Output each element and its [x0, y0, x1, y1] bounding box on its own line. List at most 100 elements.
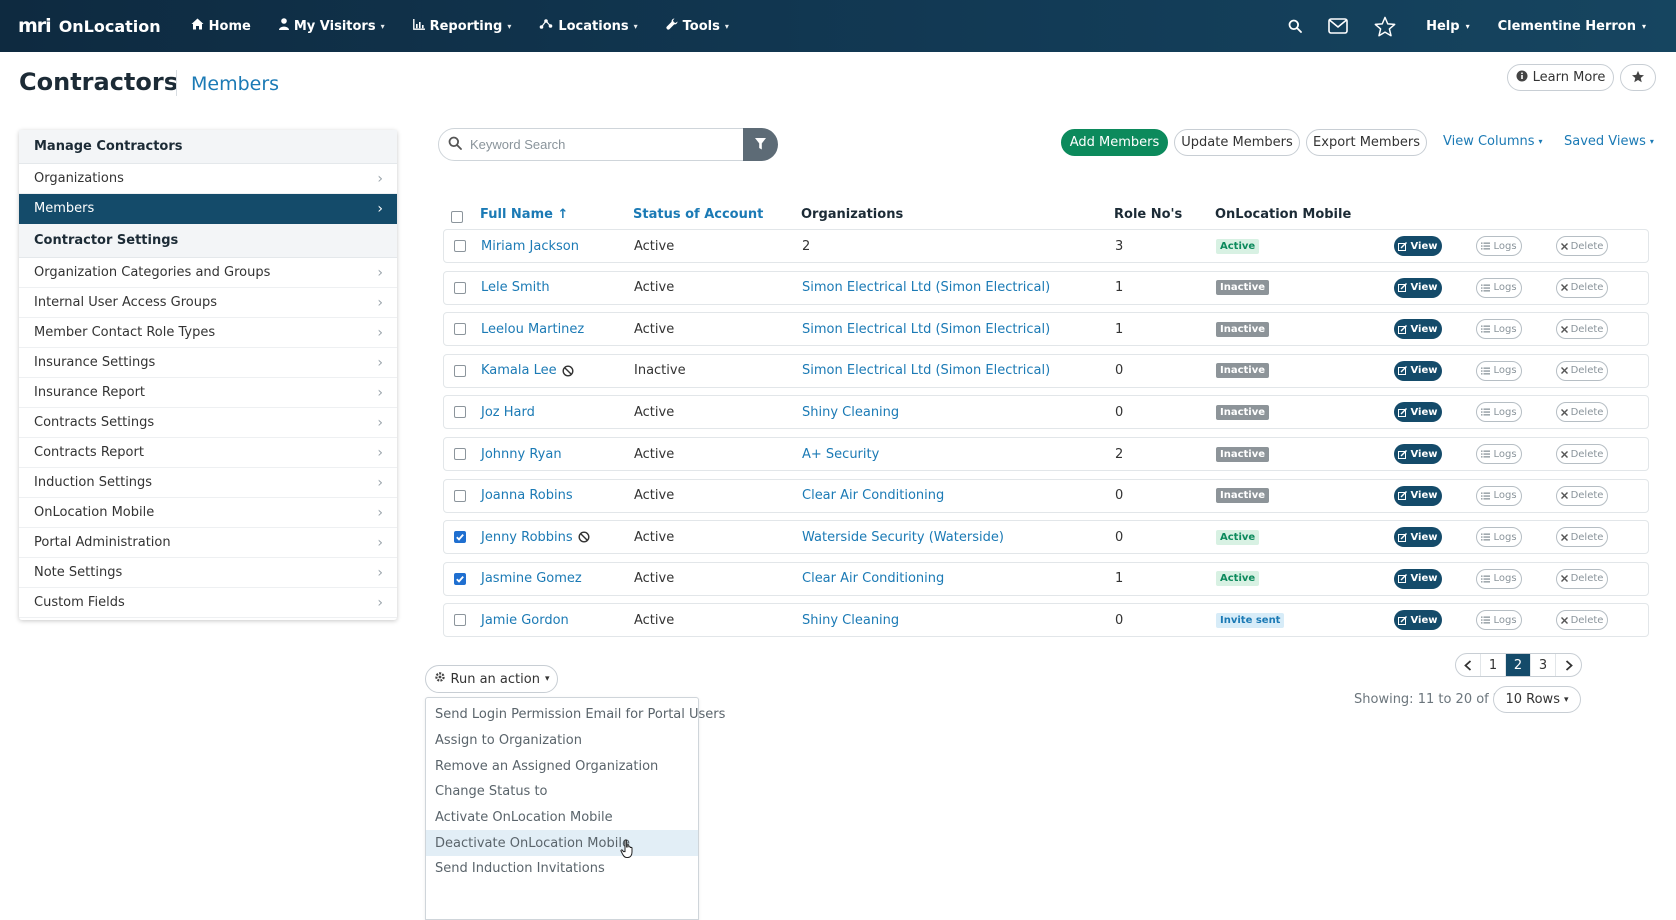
member-name-link[interactable]: Kamala Lee	[481, 363, 557, 378]
delete-button[interactable]: Delete	[1556, 319, 1608, 340]
run-action-button[interactable]: Run an action ▾	[425, 665, 558, 693]
nav-item-my-visitors[interactable]: My Visitors ▾	[278, 18, 385, 34]
nav-item-locations[interactable]: Locations ▾	[539, 18, 638, 34]
view-button[interactable]: View	[1394, 360, 1442, 381]
sidebar-item-contracts-report[interactable]: Contracts Report ›	[19, 438, 397, 468]
delete-button[interactable]: Delete	[1556, 485, 1608, 506]
delete-button[interactable]: Delete	[1556, 277, 1608, 298]
add-members-button[interactable]: Add Members	[1061, 129, 1168, 156]
update-members-button[interactable]: Update Members	[1174, 129, 1300, 156]
organization-cell[interactable]: Clear Air Conditioning	[802, 563, 944, 595]
sidebar-item-organizations[interactable]: Organizations ›	[19, 164, 397, 194]
organization-cell[interactable]: Waterside Security (Waterside)	[802, 521, 1004, 553]
row-select-checkbox[interactable]	[454, 614, 466, 627]
logs-button[interactable]: Logs	[1476, 277, 1522, 298]
row-select-checkbox[interactable]	[454, 572, 466, 585]
sidebar-item-members[interactable]: Members ›	[19, 194, 397, 224]
sidebar-item-contracts-settings[interactable]: Contracts Settings ›	[19, 408, 397, 438]
member-name-link[interactable]: Leelou Martinez	[481, 322, 584, 337]
action-menu-item[interactable]: Deactivate OnLocation Mobile	[426, 830, 698, 857]
logs-button[interactable]: Logs	[1476, 402, 1522, 423]
column-header-full-name[interactable]: Full Name ↑	[480, 207, 568, 222]
view-button[interactable]: View	[1394, 444, 1442, 464]
delete-button[interactable]: Delete	[1556, 402, 1608, 423]
member-name-link[interactable]: Miriam Jackson	[481, 239, 579, 254]
delete-button[interactable]: Delete	[1556, 568, 1608, 589]
brand-logo[interactable]: mri OnLocation	[18, 15, 161, 37]
sidebar-item-note-settings[interactable]: Note Settings ›	[19, 558, 397, 588]
filter-button[interactable]	[743, 128, 778, 161]
rows-per-page-dropdown[interactable]: 10 Rows ▾	[1493, 686, 1581, 713]
action-menu-item[interactable]: Send Login Permission Email for Portal U…	[426, 702, 725, 728]
delete-button[interactable]: Delete	[1556, 610, 1608, 631]
learn-more-button[interactable]: Learn More	[1507, 64, 1614, 91]
keyword-search-input[interactable]	[470, 137, 720, 152]
organization-cell[interactable]: Simon Electrical Ltd (Simon Electrical)	[802, 355, 1050, 387]
help-menu[interactable]: Help ▾	[1426, 19, 1469, 34]
nav-item-tools[interactable]: Tools ▾	[665, 18, 729, 34]
organization-cell[interactable]: Simon Electrical Ltd (Simon Electrical)	[802, 272, 1050, 304]
sidebar-item-organization-categories-and-groups[interactable]: Organization Categories and Groups ›	[19, 258, 397, 288]
nav-item-reporting[interactable]: Reporting ▾	[412, 18, 511, 34]
sidebar-item-custom-fields[interactable]: Custom Fields ›	[19, 588, 397, 618]
row-select-checkbox[interactable]	[454, 489, 466, 502]
organization-cell[interactable]: A+ Security	[802, 438, 879, 470]
logs-button[interactable]: Logs	[1476, 236, 1522, 256]
row-select-checkbox[interactable]	[454, 240, 466, 252]
search-icon[interactable]	[1288, 19, 1302, 33]
delete-button[interactable]: Delete	[1556, 236, 1608, 256]
organization-cell[interactable]: Shiny Cleaning	[802, 604, 899, 636]
logs-button[interactable]: Logs	[1476, 568, 1522, 589]
sidebar-item-internal-user-access-groups[interactable]: Internal User Access Groups ›	[19, 288, 397, 318]
member-name-link[interactable]: Joz Hard	[481, 405, 535, 420]
view-button[interactable]: View	[1394, 319, 1442, 340]
action-menu-item[interactable]: Remove an Assigned Organization	[426, 753, 698, 779]
sidebar-item-induction-settings[interactable]: Induction Settings ›	[19, 468, 397, 498]
member-name-link[interactable]: Jenny Robbins	[481, 530, 573, 545]
view-button[interactable]: View	[1394, 402, 1442, 423]
column-header-status[interactable]: Status of Account	[633, 207, 763, 222]
select-all-checkbox[interactable]	[451, 211, 463, 223]
sidebar-item-member-contact-role-types[interactable]: Member Contact Role Types ›	[19, 318, 397, 348]
action-menu-item[interactable]: Change Status to	[426, 779, 698, 805]
logs-button[interactable]: Logs	[1476, 444, 1522, 464]
delete-button[interactable]: Delete	[1556, 360, 1608, 381]
logs-button[interactable]: Logs	[1476, 319, 1522, 340]
view-button[interactable]: View	[1394, 485, 1442, 506]
action-menu-item[interactable]: Assign to Organization	[426, 728, 698, 754]
bookmark-page-button[interactable]	[1620, 64, 1656, 91]
page-number-button[interactable]: 3	[1531, 654, 1556, 676]
logs-button[interactable]: Logs	[1476, 360, 1522, 381]
row-select-checkbox[interactable]	[454, 531, 466, 544]
page-number-button[interactable]: 2	[1506, 654, 1531, 676]
logs-button[interactable]: Logs	[1476, 610, 1522, 631]
member-name-link[interactable]: Joanna Robins	[481, 488, 573, 503]
member-name-link[interactable]: Johnny Ryan	[481, 447, 562, 462]
view-button[interactable]: View	[1394, 610, 1442, 631]
view-button[interactable]: View	[1394, 236, 1442, 256]
nav-item-home[interactable]: Home	[191, 18, 251, 34]
row-select-checkbox[interactable]	[454, 364, 466, 377]
organization-cell[interactable]: Simon Electrical Ltd (Simon Electrical)	[802, 313, 1050, 345]
member-name-link[interactable]: Lele Smith	[481, 280, 550, 295]
view-columns-dropdown[interactable]: View Columns ▾	[1443, 134, 1543, 149]
sidebar-item-insurance-settings[interactable]: Insurance Settings ›	[19, 348, 397, 378]
action-menu-item[interactable]: Send Induction Invitations	[426, 856, 698, 882]
page-number-button[interactable]: 1	[1481, 654, 1506, 676]
row-select-checkbox[interactable]	[454, 281, 466, 294]
user-menu[interactable]: Clementine Herron ▾	[1498, 19, 1646, 34]
organization-cell[interactable]: Clear Air Conditioning	[802, 480, 944, 512]
row-select-checkbox[interactable]	[454, 448, 466, 460]
favorites-star-icon[interactable]	[1374, 16, 1396, 37]
next-page-button[interactable]	[1556, 654, 1581, 676]
logs-button[interactable]: Logs	[1476, 485, 1522, 506]
delete-button[interactable]: Delete	[1556, 527, 1608, 548]
member-name-link[interactable]: Jasmine Gomez	[481, 571, 582, 586]
mail-icon[interactable]	[1328, 18, 1348, 34]
saved-views-dropdown[interactable]: Saved Views ▾	[1564, 134, 1654, 149]
previous-page-button[interactable]	[1456, 654, 1481, 676]
member-name-link[interactable]: Jamie Gordon	[481, 613, 569, 628]
view-button[interactable]: View	[1394, 568, 1442, 589]
sidebar-item-portal-administration[interactable]: Portal Administration ›	[19, 528, 397, 558]
sidebar-item-onlocation-mobile[interactable]: OnLocation Mobile ›	[19, 498, 397, 528]
